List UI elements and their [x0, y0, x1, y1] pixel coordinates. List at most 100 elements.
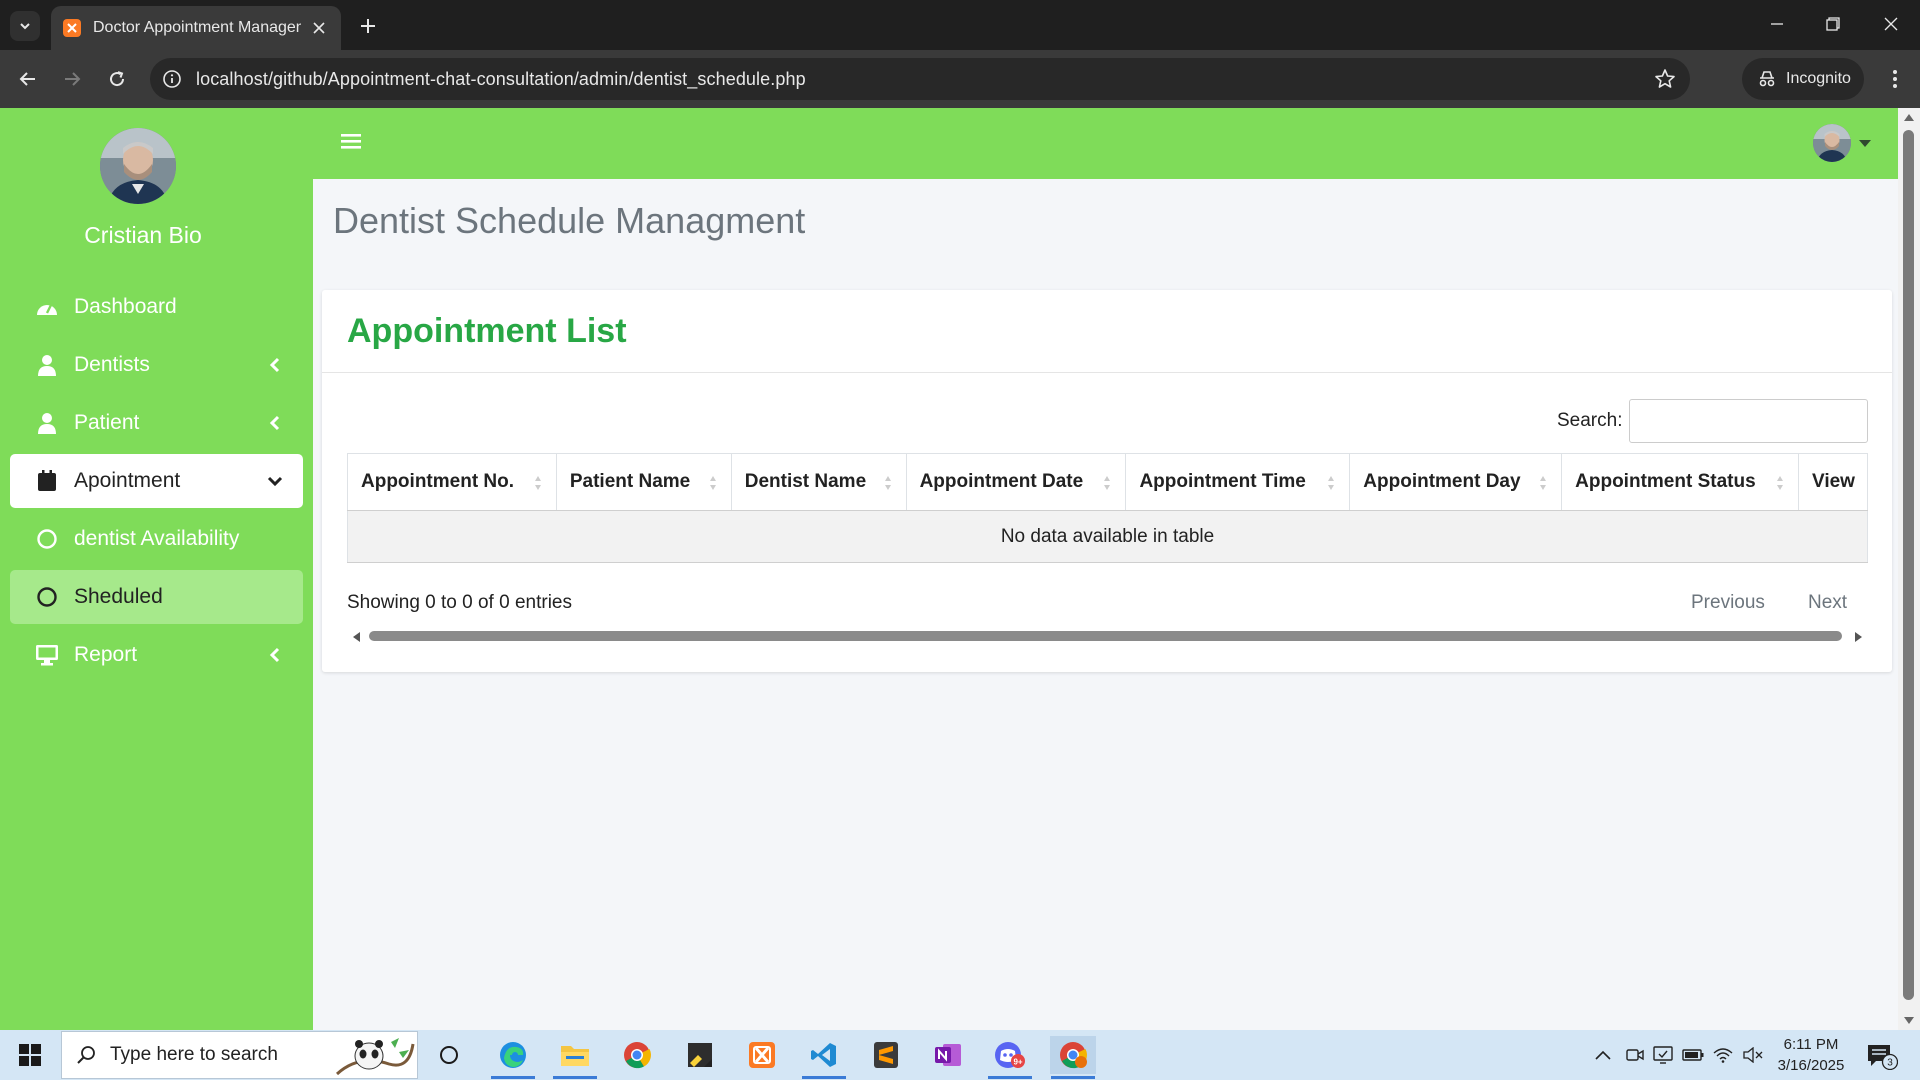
horizontal-scrollbar[interactable] — [347, 628, 1868, 644]
task-view-button[interactable] — [429, 1036, 469, 1074]
restore-button[interactable] — [1808, 6, 1858, 42]
next-button[interactable]: Next — [1808, 592, 1847, 614]
start-button[interactable] — [10, 1038, 50, 1072]
forward-button[interactable] — [56, 63, 88, 95]
taskbar-search-box[interactable]: Type here to search — [61, 1031, 418, 1079]
column-header-appointment-status[interactable]: Appointment Status — [1561, 453, 1799, 511]
incognito-badge[interactable]: Incognito — [1742, 58, 1864, 100]
close-window-button[interactable] — [1866, 6, 1916, 42]
sticky-notes-icon — [688, 1043, 712, 1067]
reload-icon — [110, 71, 125, 87]
xampp-icon — [749, 1042, 775, 1068]
chevron-up-icon — [1595, 1050, 1611, 1060]
chrome-incognito-taskbar-button[interactable] — [1050, 1036, 1096, 1074]
close-tab-icon[interactable] — [309, 18, 329, 38]
info-icon[interactable] — [162, 69, 182, 89]
horizontal-scroll-thumb[interactable] — [369, 631, 1842, 641]
wifi-tray-icon[interactable] — [1712, 1044, 1734, 1066]
sort-icon[interactable] — [534, 475, 542, 491]
show-hidden-icons-button[interactable] — [1592, 1044, 1614, 1066]
column-header-appointment-day[interactable]: Appointment Day — [1349, 453, 1562, 511]
column-header-patient-name[interactable]: Patient Name — [555, 453, 732, 511]
sticky-notes-taskbar-button[interactable] — [680, 1036, 720, 1074]
discord-icon: 9+ — [995, 1042, 1025, 1068]
sort-icon[interactable] — [1327, 475, 1335, 491]
sort-icon[interactable] — [884, 475, 892, 491]
sidebar: Cristian Bio Dashboard Dentists Patient — [0, 108, 313, 1030]
sidebar-item-dashboard[interactable]: Dashboard — [10, 280, 303, 334]
scroll-up-arrow-icon[interactable] — [1904, 114, 1914, 121]
sidebar-item-dentist-availability[interactable]: dentist Availability — [10, 512, 303, 566]
search-input[interactable] — [1629, 399, 1868, 443]
column-header-appointment-time[interactable]: Appointment Time — [1125, 453, 1350, 511]
previous-button[interactable]: Previous — [1691, 592, 1765, 614]
sidebar-item-sheduled[interactable]: Sheduled — [10, 570, 303, 624]
column-header-view[interactable]: View — [1798, 453, 1868, 511]
scroll-left-arrow-icon[interactable] — [353, 632, 360, 642]
column-label: Appointment No. — [361, 471, 515, 492]
minimize-button[interactable] — [1752, 6, 1802, 42]
sidebar-item-patient[interactable]: Patient — [10, 396, 303, 450]
new-tab-button[interactable] — [353, 11, 383, 41]
onenote-taskbar-button[interactable] — [928, 1036, 968, 1074]
xampp-favicon-icon — [63, 19, 81, 37]
sublime-taskbar-button[interactable] — [866, 1036, 906, 1074]
meet-now-tray-icon[interactable] — [1624, 1044, 1646, 1066]
reload-button[interactable] — [101, 63, 133, 95]
chevron-left-icon — [265, 355, 285, 375]
sidebar-item-apointment[interactable]: Apointment — [10, 454, 303, 508]
xampp-taskbar-button[interactable] — [742, 1036, 782, 1074]
user-icon — [34, 411, 60, 435]
table-header-row: Appointment No. Patient Name Dentist Nam… — [347, 453, 1868, 511]
sort-icon[interactable] — [1103, 475, 1111, 491]
chevron-down-icon — [20, 23, 30, 30]
column-label: Appointment Time — [1139, 471, 1306, 492]
display-tray-icon[interactable] — [1652, 1044, 1674, 1066]
sidebar-item-report[interactable]: Report — [10, 628, 303, 682]
battery-tray-icon[interactable] — [1682, 1044, 1704, 1066]
column-header-appointment-date[interactable]: Appointment Date — [905, 453, 1126, 511]
address-bar[interactable]: localhost/github/Appointment-chat-consul… — [150, 58, 1690, 100]
file-explorer-taskbar-button[interactable] — [555, 1036, 595, 1074]
user-menu-avatar[interactable] — [1813, 124, 1851, 162]
plus-icon — [361, 19, 375, 33]
sort-icon[interactable] — [1776, 475, 1784, 491]
url-text[interactable]: localhost/github/Appointment-chat-consul… — [196, 69, 806, 90]
volume-tray-icon[interactable] — [1742, 1044, 1764, 1066]
sort-icon[interactable] — [709, 475, 717, 491]
sort-icon[interactable] — [1539, 475, 1547, 491]
more-vertical-icon — [1893, 70, 1897, 88]
edge-taskbar-button[interactable] — [493, 1036, 533, 1074]
column-header-dentist-name[interactable]: Dentist Name — [730, 453, 907, 511]
tab-search-button[interactable] — [10, 11, 40, 41]
column-header-appointment-no[interactable]: Appointment No. — [347, 453, 557, 511]
scroll-down-arrow-icon[interactable] — [1904, 1017, 1914, 1024]
onenote-icon — [935, 1044, 961, 1066]
bookmark-star-icon[interactable] — [1654, 68, 1676, 90]
notification-icon: 3 — [1868, 1045, 1899, 1071]
windows-logo-icon — [19, 1044, 41, 1066]
sidebar-item-dentists[interactable]: Dentists — [10, 338, 303, 392]
column-label: Appointment Day — [1363, 471, 1521, 492]
chrome-incognito-icon — [1060, 1042, 1087, 1069]
taskbar-clock[interactable]: 6:11 PM 3/16/2025 — [1766, 1034, 1856, 1076]
caret-down-icon[interactable] — [1859, 140, 1871, 147]
scroll-right-arrow-icon[interactable] — [1855, 632, 1862, 642]
explorer-running-indicator — [553, 1076, 597, 1079]
back-button[interactable] — [12, 63, 44, 95]
sidebar-nav: Dashboard Dentists Patient Apointment de… — [10, 280, 303, 686]
notification-center-button[interactable]: 3 — [1862, 1042, 1899, 1071]
column-label: Patient Name — [569, 471, 691, 492]
calendar-icon — [34, 469, 60, 493]
column-label: Appointment Date — [919, 471, 1084, 492]
vscode-taskbar-button[interactable] — [804, 1036, 844, 1074]
browser-menu-button[interactable] — [1880, 64, 1910, 94]
vertical-scrollbar[interactable] — [1898, 108, 1920, 1030]
user-name[interactable]: Cristian Bio — [0, 222, 286, 249]
browser-tab-active[interactable]: Doctor Appointment Managem — [51, 6, 341, 50]
menu-toggle-icon[interactable] — [341, 132, 365, 156]
display-icon — [1653, 1046, 1673, 1064]
discord-taskbar-button[interactable]: 9+ — [990, 1036, 1030, 1074]
vertical-scroll-thumb[interactable] — [1903, 130, 1914, 1000]
chrome-taskbar-button[interactable] — [617, 1036, 657, 1074]
